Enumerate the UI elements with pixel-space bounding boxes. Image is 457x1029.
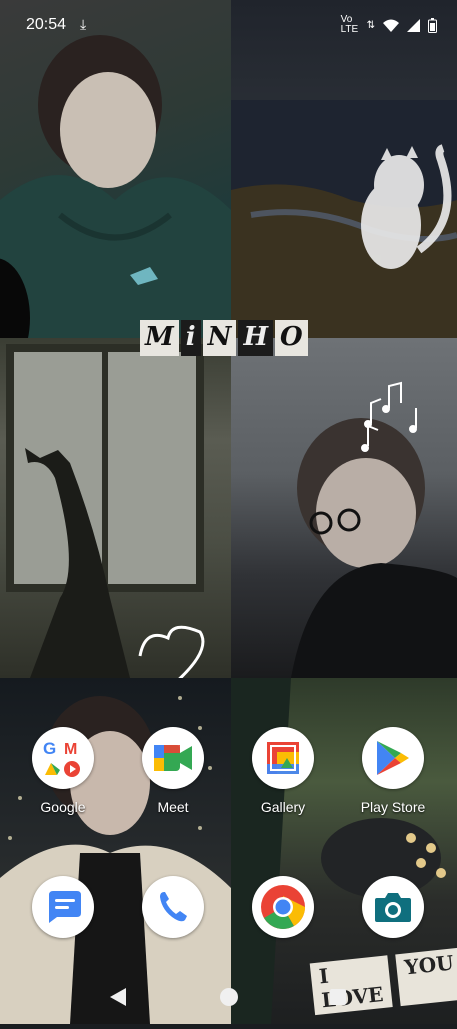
back-button[interactable] (110, 988, 126, 1006)
messages-icon (49, 891, 81, 923)
home-button[interactable] (220, 988, 238, 1006)
app-label: Meet (157, 799, 189, 815)
wallpaper-photo-hoodie (0, 0, 231, 338)
wallpaper-photo-night-lake (231, 0, 457, 338)
caption-letter: M (140, 320, 179, 356)
caption-letter: O (275, 320, 308, 356)
wifi-icon (383, 19, 399, 32)
download-icon: ⤓ (80, 16, 87, 32)
chrome-icon (261, 885, 305, 929)
night-lake-scene (231, 100, 457, 338)
gallery-icon (252, 727, 314, 789)
wallpaper-photo-cat-window (0, 338, 231, 678)
caption-letter: N (202, 320, 237, 356)
battery-icon (428, 17, 437, 33)
heart-doodle (138, 625, 205, 678)
caption-letter: i (180, 320, 201, 356)
app-google-folder[interactable]: G M Google (18, 727, 108, 815)
wallpaper-photo-glasses (231, 338, 457, 678)
cell-signal-icon (407, 18, 420, 32)
clock: 20:54 (26, 16, 67, 33)
glasses-portrait (291, 381, 457, 678)
app-label: Gallery (260, 799, 306, 815)
navigation-bar (0, 976, 457, 1024)
play-store-icon (362, 727, 424, 789)
dock-camera[interactable] (362, 876, 424, 938)
minho-caption: M i N H O (140, 320, 308, 356)
app-label: Play Store (360, 799, 426, 815)
caption-letter: H (238, 320, 274, 356)
status-icons: Vo LTE ⇅ (341, 15, 437, 35)
volte-label: Vo LTE (340, 14, 359, 35)
svg-text:M: M (64, 741, 77, 758)
meet-icon (142, 727, 204, 789)
cat-window-scene (6, 344, 205, 678)
data-arrows-icon: ⇅ (366, 19, 375, 31)
hoodie-figure (0, 35, 231, 338)
svg-text:G: G (43, 739, 56, 758)
camera-icon (375, 893, 411, 922)
dock-phone[interactable] (142, 876, 204, 938)
app-play-store[interactable]: Play Store (348, 727, 438, 815)
recents-button[interactable] (330, 989, 346, 1005)
app-label: Google (40, 799, 86, 815)
app-gallery[interactable]: Gallery (238, 727, 328, 815)
google-folder-icon: G M (32, 727, 94, 789)
app-meet[interactable]: Meet (128, 727, 218, 815)
status-bar: 20:54 ⤓ Vo LTE ⇅ (0, 0, 457, 50)
phone-icon (160, 892, 187, 922)
dock-chrome[interactable] (252, 876, 314, 938)
dock-messages[interactable] (32, 876, 94, 938)
